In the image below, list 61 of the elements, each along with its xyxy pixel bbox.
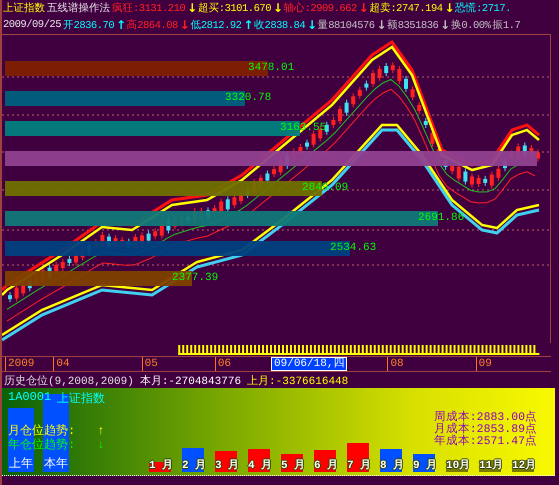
- year-label: 本年: [43, 456, 69, 472]
- quote-field: 轴心:2909.662: [284, 1, 357, 16]
- month-label: 9 月: [413, 460, 435, 472]
- trend-arrow: ↓: [444, 2, 454, 14]
- last-month-value: 上月:-3376616448: [247, 374, 348, 388]
- month-label: 5 月: [281, 460, 303, 472]
- cost-value: 年成本:2571.47点: [434, 436, 537, 448]
- quote-field: 高2864.08: [126, 18, 178, 32]
- quote-field: 恐慌:2717.: [455, 1, 511, 16]
- quote-field: 2009/09/25: [3, 19, 62, 32]
- trend-arrow: ↑: [97, 424, 104, 438]
- month-label: 11月: [479, 460, 501, 472]
- time-axis-label: 2009: [5, 357, 36, 372]
- quote-field: 五线谱操作法: [47, 1, 110, 16]
- quote-field: 换0.00%: [450, 18, 490, 32]
- time-axis-label: 06: [214, 357, 234, 372]
- price-level-label: 2377.39: [172, 272, 218, 284]
- quote-field: 低2812.92: [190, 18, 242, 32]
- time-axis-label: 09/06/18,四: [271, 357, 348, 372]
- month-label: 7 月: [347, 460, 369, 472]
- price-level-label: 3163.55: [280, 122, 326, 134]
- trend-arrow: ↓: [307, 19, 317, 32]
- quote-field: 振1.7: [492, 18, 520, 32]
- trend-arrow: ↓: [97, 438, 104, 452]
- time-axis-label: 08: [387, 357, 406, 372]
- quote-field: 收2838.84: [254, 18, 306, 32]
- quote-field: 超买:3101.670: [198, 1, 271, 16]
- time-axis-label: 05: [142, 357, 160, 372]
- quote-field: 上证指数: [3, 1, 45, 16]
- price-level-label: 3478.01: [248, 62, 294, 74]
- info-title: 历史仓位(9,2008,2009): [4, 374, 134, 388]
- quote-field: 疯狂:3131.210: [112, 1, 186, 16]
- time-axis-label: 09: [476, 357, 494, 372]
- month-label: 1 月: [149, 460, 171, 472]
- year-label: 上年: [8, 456, 34, 472]
- month-label: 6 月: [314, 460, 336, 472]
- quote-field: 开2836.70: [63, 18, 114, 32]
- month-label: 10月: [446, 460, 468, 472]
- month-label: 4 月: [248, 460, 270, 472]
- price-level-label: 2849.09: [302, 182, 348, 194]
- trend-arrow: ↓: [273, 2, 283, 14]
- trend-arrow: ↑: [243, 19, 254, 32]
- month-label: 3 月: [215, 460, 237, 472]
- year-bar: [8, 408, 34, 472]
- price-level-label: 2534.63: [330, 242, 376, 254]
- month-label: 12月: [512, 460, 534, 472]
- trend-arrow: ↓: [376, 19, 386, 32]
- trend-arrow: ↓: [440, 19, 450, 32]
- price-level-label: 2691.86: [418, 212, 464, 224]
- this-month-value: 本月:-2704843776: [140, 374, 242, 388]
- time-axis-label: 04: [53, 357, 72, 372]
- month-label: 8 月: [380, 460, 402, 472]
- month-label: 2 月: [182, 460, 204, 472]
- trend-arrow: ↓: [358, 2, 368, 14]
- trend-arrow: ↓: [187, 2, 197, 14]
- price-level-label: 3320.78: [225, 92, 272, 104]
- trend-arrow: ↓: [180, 19, 190, 32]
- quote-field: 量88104576: [318, 18, 375, 32]
- quote-field: 额8351836: [387, 18, 438, 32]
- trend-arrow: ↑: [116, 19, 126, 32]
- quote-field: 超卖:2747.194: [369, 1, 443, 16]
